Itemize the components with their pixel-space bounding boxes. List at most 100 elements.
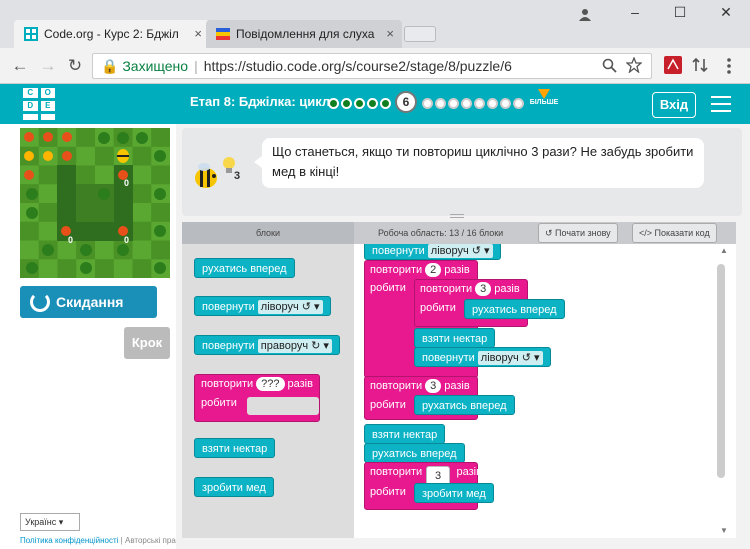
progress-dot-12[interactable] <box>487 98 498 109</box>
copyright-link[interactable]: Авторські пра <box>125 536 176 545</box>
block-label: робити <box>420 302 456 314</box>
turn-left-block[interactable]: повернути ліворуч ↺ ▾ <box>414 347 551 367</box>
visualization-column: 0 0 0 Скидання Крок Українс ▾ Політика к… <box>0 124 176 549</box>
tab-code-org[interactable]: Code.org - Курс 2: Бджіл × <box>14 20 210 48</box>
code-org-logo[interactable]: C O D E <box>22 87 56 121</box>
hamburger-menu-icon[interactable] <box>711 96 731 117</box>
back-icon[interactable]: ← <box>10 56 30 76</box>
get-nectar-block[interactable]: взяти нектар <box>414 328 496 348</box>
resize-handle[interactable] <box>450 214 464 218</box>
block-label: разів <box>494 283 520 295</box>
repeat-count-field[interactable]: ??? <box>256 377 285 391</box>
step-button[interactable]: Крок <box>124 327 170 359</box>
logo-letter <box>39 113 56 121</box>
code-org-favicon-icon <box>24 27 38 41</box>
flag-favicon-icon <box>216 28 230 40</box>
url-input[interactable]: 🔒 Захищено | https://studio.code.org/s/cou… <box>92 53 652 79</box>
show-code-button[interactable]: </> Показати код <box>632 223 717 243</box>
block-label: повернути <box>372 245 425 257</box>
workspace-header-label: Робоча область: 13 / 16 блоки <box>378 228 504 238</box>
reload-icon[interactable]: ↻ <box>65 56 85 76</box>
more-triangle-icon <box>538 89 550 99</box>
repeat-count-field[interactable]: 2 <box>425 263 442 277</box>
extension-icon[interactable] <box>692 57 708 73</box>
bookmark-star-icon[interactable] <box>626 57 642 73</box>
toolbox-make-honey-block[interactable]: зробити мед <box>194 477 274 497</box>
repeat-slot <box>247 397 319 415</box>
forward-icon[interactable]: → <box>38 56 58 76</box>
progress-dot-10[interactable] <box>461 98 472 109</box>
direction-dropdown[interactable]: ліворуч ↺ ▾ <box>427 244 493 258</box>
flower-count: 0 <box>68 235 74 245</box>
maximize-button[interactable]: ☐ <box>670 4 690 21</box>
toolbox-turn-left-block[interactable]: повернути ліворуч ↺ ▾ <box>194 296 331 316</box>
block-label: робити <box>370 399 406 411</box>
tab-notifications[interactable]: Повідомлення для слуха × <box>206 20 402 48</box>
instructions-bubble: Що станеться, якщо ти повториш циклічно … <box>254 138 704 188</box>
progress-dot-11[interactable] <box>474 98 485 109</box>
logo-letter: O <box>39 87 56 99</box>
logo-letter: E <box>39 100 56 112</box>
direction-dropdown[interactable]: ліворуч ↺ ▾ <box>477 351 543 365</box>
toolbox-move-forward-block[interactable]: рухатись вперед <box>194 258 295 278</box>
app-header: C O D E Етап 8: Бджілка: цикли 6 БІЛЬШЕ … <box>0 84 750 124</box>
language-select[interactable]: Українс ▾ <box>20 513 80 531</box>
reset-icon <box>30 292 50 312</box>
tab-title: Code.org - Курс 2: Бджіл <box>44 27 179 41</box>
block-label: повернути <box>202 340 255 352</box>
repeat-count-field[interactable]: 3 <box>475 282 492 296</box>
more-button[interactable]: БІЛЬШЕ <box>529 89 559 106</box>
move-forward-block[interactable]: рухатись вперед <box>364 443 465 463</box>
progress-dot-8[interactable] <box>435 98 446 109</box>
toolbox-turn-right-block[interactable]: повернути праворуч ↻ ▾ <box>194 335 340 355</box>
profile-icon[interactable] <box>578 7 592 21</box>
progress-dot-9[interactable] <box>448 98 459 109</box>
reset-button[interactable]: Скидання <box>20 286 157 318</box>
toolbox-get-nectar-block[interactable]: взяти нектар <box>194 438 276 458</box>
block-label: повернути <box>202 301 255 313</box>
block-label: разів <box>444 380 470 392</box>
repeat-count-field[interactable]: 3 <box>425 379 442 393</box>
pdf-extension-icon[interactable] <box>664 56 682 74</box>
browser-tab-strip: Code.org - Курс 2: Бджіл × Повідомлення … <box>0 0 750 48</box>
close-window-button[interactable]: ✕ <box>716 4 736 21</box>
scroll-up-icon[interactable]: ▲ <box>720 246 728 255</box>
progress-dot-7[interactable] <box>422 98 433 109</box>
url-text: https://studio.code.org/s/course2/stage/… <box>203 58 512 74</box>
new-tab-button[interactable] <box>404 26 436 42</box>
progress-dot-14[interactable] <box>513 98 524 109</box>
make-honey-block[interactable]: зробити мед <box>414 483 494 503</box>
direction-dropdown[interactable]: праворуч ↻ ▾ <box>257 339 332 353</box>
toolbox-repeat-block[interactable]: повторити??? разів робити <box>194 374 320 422</box>
close-tab-icon[interactable]: × <box>386 20 394 48</box>
progress-dot-4[interactable] <box>367 98 378 109</box>
block-label: робити <box>370 282 406 294</box>
progress-dot-1[interactable] <box>328 98 339 109</box>
privacy-link[interactable]: Політика конфіденційності <box>20 536 118 545</box>
zoom-icon[interactable] <box>602 58 618 74</box>
secure-label: Захищено <box>122 58 189 74</box>
close-tab-icon[interactable]: × <box>194 20 202 48</box>
workspace[interactable]: повернути ліворуч ↺ ▾ повторити 2 разів роб… <box>354 244 736 538</box>
hint-count: 3 <box>234 170 241 182</box>
menu-dots-icon[interactable] <box>726 57 732 75</box>
progress-dot-2[interactable] <box>341 98 352 109</box>
show-code-label: Показати код <box>654 228 710 238</box>
restart-button[interactable]: ↺ Почати знову <box>538 223 618 243</box>
get-nectar-block[interactable]: взяти нектар <box>364 424 446 444</box>
move-forward-block[interactable]: рухатись вперед <box>414 395 515 415</box>
turn-left-block[interactable]: повернути ліворуч ↺ ▾ <box>364 244 501 260</box>
progress-dot-3[interactable] <box>354 98 365 109</box>
progress-dot-5[interactable] <box>380 98 391 109</box>
move-forward-block[interactable]: рухатись вперед <box>464 299 565 319</box>
current-puzzle-dot[interactable]: 6 <box>395 91 417 113</box>
workspace-scrollbar[interactable] <box>717 264 725 478</box>
toolbox: рухатись вперед повернути ліворуч ↺ ▾ пов… <box>182 244 354 538</box>
maze-canvas: 0 0 0 <box>20 128 170 278</box>
stage-title[interactable]: Етап 8: Бджілка: цикли <box>190 94 338 109</box>
signin-button[interactable]: Вхід <box>652 92 696 118</box>
minimize-button[interactable]: – <box>625 4 645 20</box>
progress-dot-13[interactable] <box>500 98 511 109</box>
direction-dropdown[interactable]: ліворуч ↺ ▾ <box>257 300 323 314</box>
scroll-down-icon[interactable]: ▼ <box>720 526 728 535</box>
